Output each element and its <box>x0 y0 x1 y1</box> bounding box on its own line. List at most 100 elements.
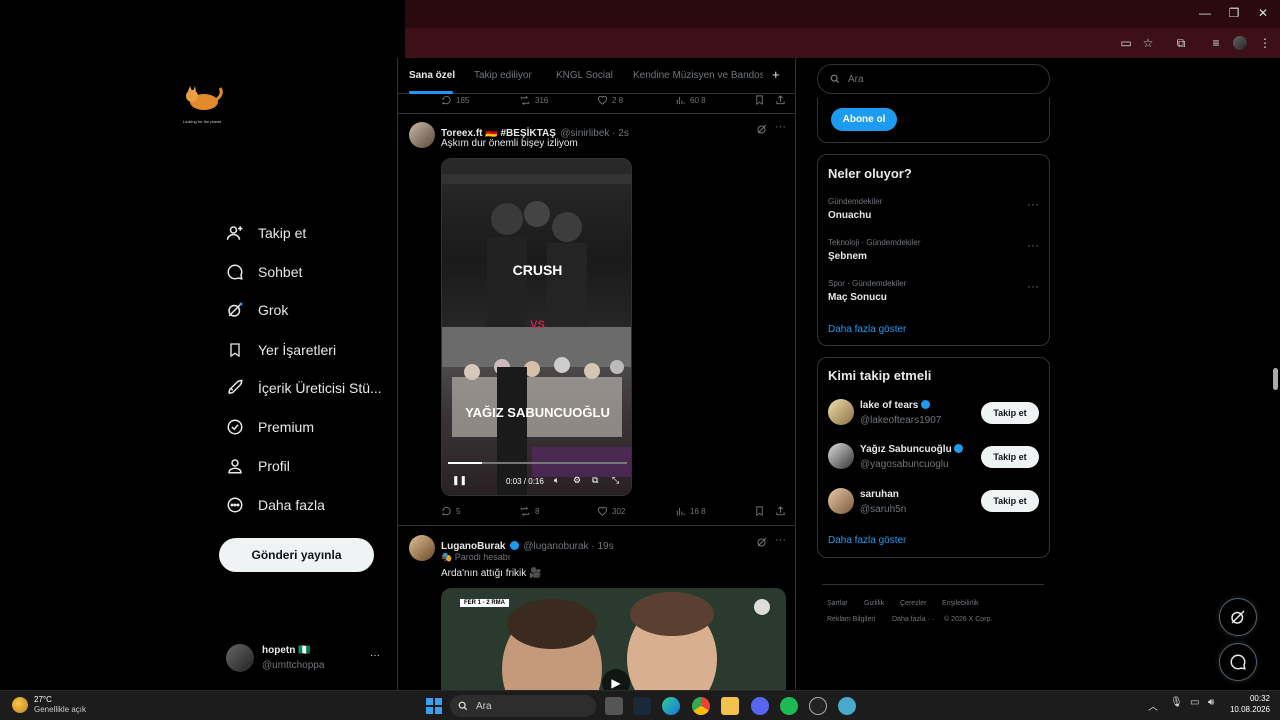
nav-bookmarks[interactable]: Yer İşaretleri <box>224 335 336 365</box>
like-action[interactable]: 302 <box>597 506 625 517</box>
reply-action[interactable]: 5 <box>441 506 460 517</box>
follow-button[interactable]: Takip et <box>981 446 1039 468</box>
cast-icon[interactable]: ▭ <box>1119 36 1133 50</box>
who-to-follow-show-more-link[interactable]: Daha fazla göster <box>828 535 906 546</box>
author-name[interactable]: LuganoBurak <box>441 541 505 552</box>
tab-for-you[interactable]: Sana özel <box>409 70 455 81</box>
more-icon[interactable]: ··· <box>775 534 786 546</box>
restore-icon[interactable]: ❐ <box>1224 6 1244 20</box>
share-action[interactable] <box>775 94 790 106</box>
volume-icon[interactable]: 🔊︎ <box>1208 697 1214 708</box>
account-more-icon[interactable]: ··· <box>370 650 380 661</box>
bookmark-action[interactable] <box>754 505 769 517</box>
minimize-icon[interactable]: — <box>1195 6 1215 20</box>
star-icon[interactable]: ☆ <box>1141 36 1155 50</box>
scrollbar-thumb[interactable] <box>1273 368 1278 390</box>
search-input[interactable] <box>848 73 1028 85</box>
account-switcher[interactable]: hopetn 🇳🇬 @umttchoppa ··· <box>226 642 386 676</box>
suggested-user-name[interactable]: Yağız Sabuncuoğlu <box>860 444 964 455</box>
video-progress-track[interactable] <box>448 462 627 464</box>
weather-icon[interactable] <box>12 697 28 713</box>
trend-item[interactable]: Maç Sonucu <box>828 292 887 303</box>
taskbar-search[interactable]: Ara <box>450 695 596 717</box>
suggested-user-name[interactable]: saruhan <box>860 489 899 500</box>
pause-icon[interactable]: ❚❚ <box>452 475 467 486</box>
search-box[interactable] <box>817 64 1050 94</box>
steam-app-icon[interactable] <box>809 697 827 715</box>
nav-follow[interactable]: Takip et <box>224 218 306 248</box>
views-action[interactable]: 16 8 <box>675 506 706 517</box>
extensions-icon[interactable]: ⧉ <box>1174 36 1188 50</box>
footer-link[interactable]: Daha fazla ··· <box>892 616 934 623</box>
tab-following[interactable]: Takip ediliyor <box>474 70 532 81</box>
page-scrollbar[interactable] <box>1271 58 1280 690</box>
share-action[interactable] <box>775 505 790 517</box>
nav-profile[interactable]: Profil <box>224 451 290 481</box>
footer-link[interactable]: Şartlar <box>827 600 848 607</box>
subscribe-button[interactable]: Abone ol <box>831 108 897 131</box>
nav-more[interactable]: Daha fazla <box>224 490 325 520</box>
spotify-icon[interactable] <box>780 697 798 715</box>
footer-link[interactable]: Gizlilik <box>864 600 884 607</box>
retweet-action[interactable]: 8 <box>519 506 539 517</box>
post-button[interactable]: Gönderi yayınla <box>219 538 374 572</box>
trend-more-icon[interactable]: ··· <box>1027 238 1039 252</box>
follow-button[interactable]: Takip et <box>981 490 1039 512</box>
avatar[interactable] <box>828 443 854 469</box>
trend-more-icon[interactable]: ··· <box>1027 197 1039 211</box>
footer-link[interactable]: Erişilebilirlik <box>942 600 979 607</box>
grok-icon[interactable] <box>756 535 768 553</box>
avatar[interactable] <box>828 488 854 514</box>
microphone-icon[interactable]: 🎙︎ <box>1170 697 1183 708</box>
close-icon[interactable]: ✕ <box>1253 6 1273 20</box>
nav-creator-studio[interactable]: İçerik Üreticisi Stü... <box>224 373 382 403</box>
reply-action[interactable]: 185 <box>441 95 469 106</box>
task-view-icon[interactable] <box>605 697 623 715</box>
settings-icon[interactable]: ⚙︎ <box>573 475 581 486</box>
add-tab-button[interactable]: + <box>772 67 780 82</box>
tab-kngl-social[interactable]: KNGL Social <box>556 70 613 81</box>
follow-button[interactable]: Takip et <box>981 402 1039 424</box>
avatar[interactable] <box>409 122 435 148</box>
reading-list-icon[interactable]: ≡ <box>1209 36 1223 50</box>
suggested-user-name[interactable]: lake of tears <box>860 400 931 411</box>
volume-icon[interactable]: 🔈︎ <box>554 475 559 486</box>
browser-profile-avatar[interactable] <box>1233 36 1247 50</box>
trend-more-icon[interactable]: ··· <box>1027 279 1039 293</box>
play-icon[interactable]: ▶ <box>602 669 630 690</box>
pip-icon[interactable]: ⧉ <box>592 475 598 486</box>
tab-custom-list[interactable]: Kendine Müzisyen ve Bandos <box>633 70 763 81</box>
steam-icon[interactable] <box>633 697 651 715</box>
clock-time[interactable]: 00:32 <box>1226 694 1270 703</box>
grok-icon[interactable] <box>756 122 768 140</box>
footer-link[interactable]: Reklam Bilgileri <box>827 616 875 623</box>
kebab-menu-icon[interactable]: ⋮ <box>1258 36 1272 50</box>
video-player[interactable]: FER 1 - 2 RMA ▶ <box>441 588 786 690</box>
trends-show-more-link[interactable]: Daha fazla göster <box>828 324 906 335</box>
windows-start-icon[interactable] <box>425 697 443 715</box>
app-icon[interactable] <box>838 697 856 715</box>
file-explorer-icon[interactable] <box>721 697 739 715</box>
like-action[interactable]: 2 8 <box>597 95 623 106</box>
logo[interactable]: Looking for the planet <box>178 84 226 124</box>
avatar[interactable] <box>828 399 854 425</box>
bookmark-action[interactable] <box>754 94 769 106</box>
nav-chat[interactable]: Sohbet <box>224 257 302 287</box>
avatar[interactable] <box>409 535 435 561</box>
clock-date[interactable]: 10.08.2026 <box>1220 705 1270 714</box>
nav-premium[interactable]: Premium <box>224 412 314 442</box>
grok-float-button[interactable] <box>1219 598 1257 636</box>
views-action[interactable]: 60 8 <box>675 95 706 106</box>
fullscreen-icon[interactable]: ⤡ <box>612 475 619 486</box>
retweet-action[interactable]: 316 <box>519 95 548 106</box>
nav-grok[interactable]: Grok <box>224 295 288 325</box>
video-player[interactable]: CRUSH VS YAĞIZ SABUNCUOĞLU ❚❚ 0:03 / 0:1… <box>441 158 632 496</box>
chrome-icon[interactable] <box>692 697 710 715</box>
author-handle[interactable]: @luganoburak · 19s <box>523 541 613 552</box>
display-icon[interactable]: ▭ <box>1190 697 1199 708</box>
edge-icon[interactable] <box>662 697 680 715</box>
footer-link[interactable]: Çerezler <box>900 600 926 607</box>
weather-temp[interactable]: 27°C <box>34 695 52 704</box>
chevron-up-icon[interactable]: ︿ <box>1148 698 1158 713</box>
more-icon[interactable]: ··· <box>775 121 786 133</box>
